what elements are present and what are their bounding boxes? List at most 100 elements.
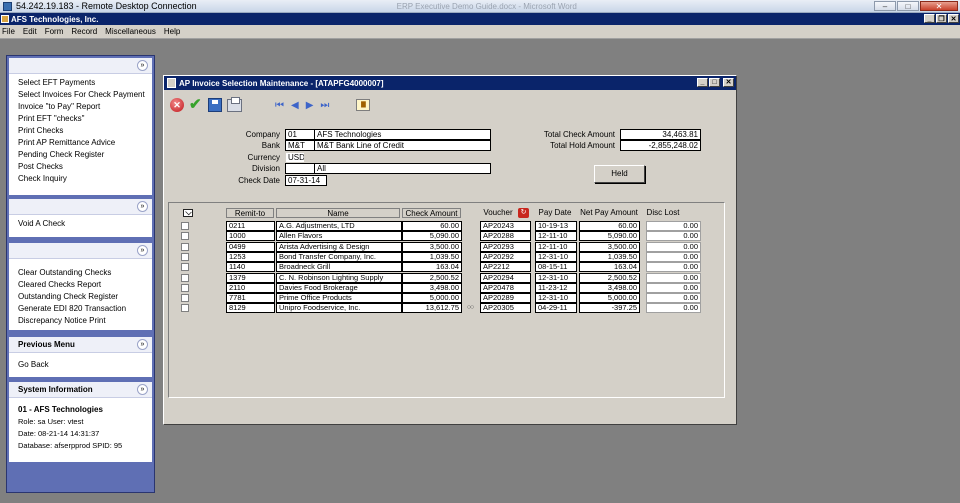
- held-button[interactable]: Held: [594, 165, 645, 183]
- net-pay-amount-cell[interactable]: 5,090.00: [579, 231, 640, 241]
- print-icon[interactable]: [227, 96, 242, 112]
- column-header-pay-date: Pay Date: [538, 208, 572, 217]
- sidebar-menu-link[interactable]: Print AP Remittance Advice: [18, 137, 152, 149]
- net-pay-amount-cell[interactable]: 5,000.00: [579, 293, 640, 303]
- disc-lost-cell[interactable]: 0.00: [646, 252, 701, 262]
- refresh-icon[interactable]: ↻: [518, 208, 529, 218]
- row-select-checkbox[interactable]: [181, 222, 189, 230]
- net-pay-amount-cell[interactable]: 60.00: [579, 221, 640, 231]
- disc-lost-cell[interactable]: 0.00: [646, 242, 701, 252]
- sidebar-menu-link[interactable]: Pending Check Register: [18, 149, 152, 161]
- panel-header: »: [9, 58, 152, 74]
- row-select-checkbox[interactable]: [181, 304, 189, 312]
- row-select-checkbox[interactable]: [181, 253, 189, 261]
- net-pay-amount-cell[interactable]: -397.25: [579, 303, 640, 313]
- collapse-icon[interactable]: »: [137, 384, 148, 395]
- collapse-icon[interactable]: »: [137, 60, 148, 71]
- remit-to-cell: 1379: [226, 273, 275, 283]
- mail-icon[interactable]: [183, 209, 193, 217]
- sidebar-menu-link[interactable]: Invoice "to Pay" Report: [18, 101, 152, 113]
- voucher-cell: AP20289: [480, 293, 531, 303]
- net-pay-amount-cell[interactable]: 163.04: [579, 262, 640, 272]
- next-record-icon[interactable]: ▶: [306, 100, 314, 111]
- net-pay-amount-cell[interactable]: 1,039.50: [579, 252, 640, 262]
- menu-miscellaneous[interactable]: Miscellaneous: [101, 27, 160, 36]
- sidebar-menu-link[interactable]: Post Checks: [18, 161, 152, 173]
- menu-help[interactable]: Help: [160, 27, 184, 36]
- net-pay-amount-cell[interactable]: 3,498.00: [579, 283, 640, 293]
- previous-record-icon[interactable]: ◀: [291, 100, 299, 111]
- sidebar-menu-link[interactable]: Check Inquiry: [18, 173, 152, 185]
- cancel-icon[interactable]: ✕: [170, 98, 184, 112]
- disc-lost-cell[interactable]: 0.00: [646, 273, 701, 283]
- net-pay-amount-cell[interactable]: 2,500.52: [579, 273, 640, 283]
- bank-code-field[interactable]: M&T: [285, 140, 315, 151]
- window-minimize-icon[interactable]: _: [697, 78, 708, 87]
- sidebar-menu-link[interactable]: Generate EDI 820 Transaction: [18, 303, 152, 315]
- pay-date-cell: 10-19-13: [535, 221, 577, 231]
- sidebar-menu-link[interactable]: Void A Check: [18, 218, 152, 230]
- division-code-field[interactable]: [285, 163, 315, 174]
- background-window-title: ERP Executive Demo Guide.docx - Microsof…: [396, 1, 577, 11]
- disc-lost-cell[interactable]: 0.00: [646, 293, 701, 303]
- app-close-icon[interactable]: ✕: [948, 14, 959, 23]
- app-window-controls: _ ❐ ✕: [924, 14, 959, 23]
- window-controls: _ □ ✕: [697, 78, 734, 87]
- go-back-link[interactable]: Go Back: [18, 359, 152, 371]
- window-title-bar: AP Invoice Selection Maintenance - [ATAP…: [164, 76, 736, 90]
- sidebar-menu-link[interactable]: Select EFT Payments: [18, 77, 152, 89]
- company-code-field[interactable]: 01: [285, 129, 315, 140]
- row-select-checkbox[interactable]: [181, 274, 189, 282]
- close-icon[interactable]: ✕: [920, 1, 958, 11]
- disc-lost-cell[interactable]: 0.00: [646, 231, 701, 241]
- save-icon[interactable]: [208, 98, 222, 112]
- check-date-label: Check Date: [238, 176, 280, 185]
- sidebar-menu-link[interactable]: Discrepancy Notice Print: [18, 315, 152, 327]
- memo-icon[interactable]: ▇: [356, 99, 371, 111]
- last-record-icon[interactable]: ⏭: [320, 100, 329, 111]
- window-maximize-icon[interactable]: □: [709, 78, 720, 87]
- remit-to-cell: 7781: [226, 293, 275, 303]
- sidebar-menu-link[interactable]: Clear Outstanding Checks: [18, 267, 152, 279]
- column-header-remit-to[interactable]: Remit-to: [226, 208, 274, 218]
- vendor-name-cell: A.G. Adjustments, LTD: [276, 221, 402, 231]
- net-pay-amount-cell[interactable]: 3,500.00: [579, 242, 640, 252]
- voucher-cell: AP20293: [480, 242, 531, 252]
- sidebar-menu-link[interactable]: Print Checks: [18, 125, 152, 137]
- disc-lost-cell[interactable]: 0.00: [646, 303, 701, 313]
- minimize-icon[interactable]: –: [874, 1, 896, 11]
- disc-lost-cell[interactable]: 0.00: [646, 221, 701, 231]
- collapse-icon[interactable]: »: [137, 201, 148, 212]
- sidebar-menu-link[interactable]: Print EFT "checks": [18, 113, 152, 125]
- sidebar-menu-link[interactable]: Select Invoices For Check Payment: [18, 89, 152, 101]
- row-select-checkbox[interactable]: [181, 263, 189, 271]
- collapse-icon[interactable]: »: [137, 339, 148, 350]
- disc-lost-cell[interactable]: 0.00: [646, 262, 701, 272]
- column-header-check-amount[interactable]: Check Amount: [402, 208, 461, 218]
- app-minimize-icon[interactable]: _: [924, 14, 935, 23]
- first-record-icon[interactable]: ⏮: [275, 100, 284, 111]
- check-date-field[interactable]: 07-31-14: [285, 175, 327, 186]
- panel-header: System Information »: [9, 382, 152, 398]
- checkmark-icon[interactable]: ✔: [189, 97, 203, 112]
- sidebar-menu-link[interactable]: Outstanding Check Register: [18, 291, 152, 303]
- column-header-name[interactable]: Name: [276, 208, 400, 218]
- window-close-icon[interactable]: ✕: [723, 78, 734, 87]
- lookup-icon[interactable]: ○○: [461, 304, 479, 313]
- app-restore-icon[interactable]: ❐: [936, 14, 947, 23]
- menu-record[interactable]: Record: [67, 27, 101, 36]
- row-select-checkbox[interactable]: [181, 284, 189, 292]
- disc-lost-cell[interactable]: 0.00: [646, 283, 701, 293]
- sidebar-menu-link[interactable]: Cleared Checks Report: [18, 279, 152, 291]
- collapse-icon[interactable]: »: [137, 245, 148, 256]
- currency-label: Currency: [247, 153, 280, 162]
- maximize-icon[interactable]: □: [897, 1, 919, 11]
- menu-file[interactable]: File: [0, 27, 19, 36]
- total-check-amount-field: 34,463.81: [620, 129, 701, 140]
- menu-edit[interactable]: Edit: [19, 27, 41, 36]
- menu-form[interactable]: Form: [41, 27, 68, 36]
- row-select-checkbox[interactable]: [181, 243, 189, 251]
- row-select-checkbox[interactable]: [181, 232, 189, 240]
- pay-date-cell: 11-23-12: [535, 283, 577, 293]
- row-select-checkbox[interactable]: [181, 294, 189, 302]
